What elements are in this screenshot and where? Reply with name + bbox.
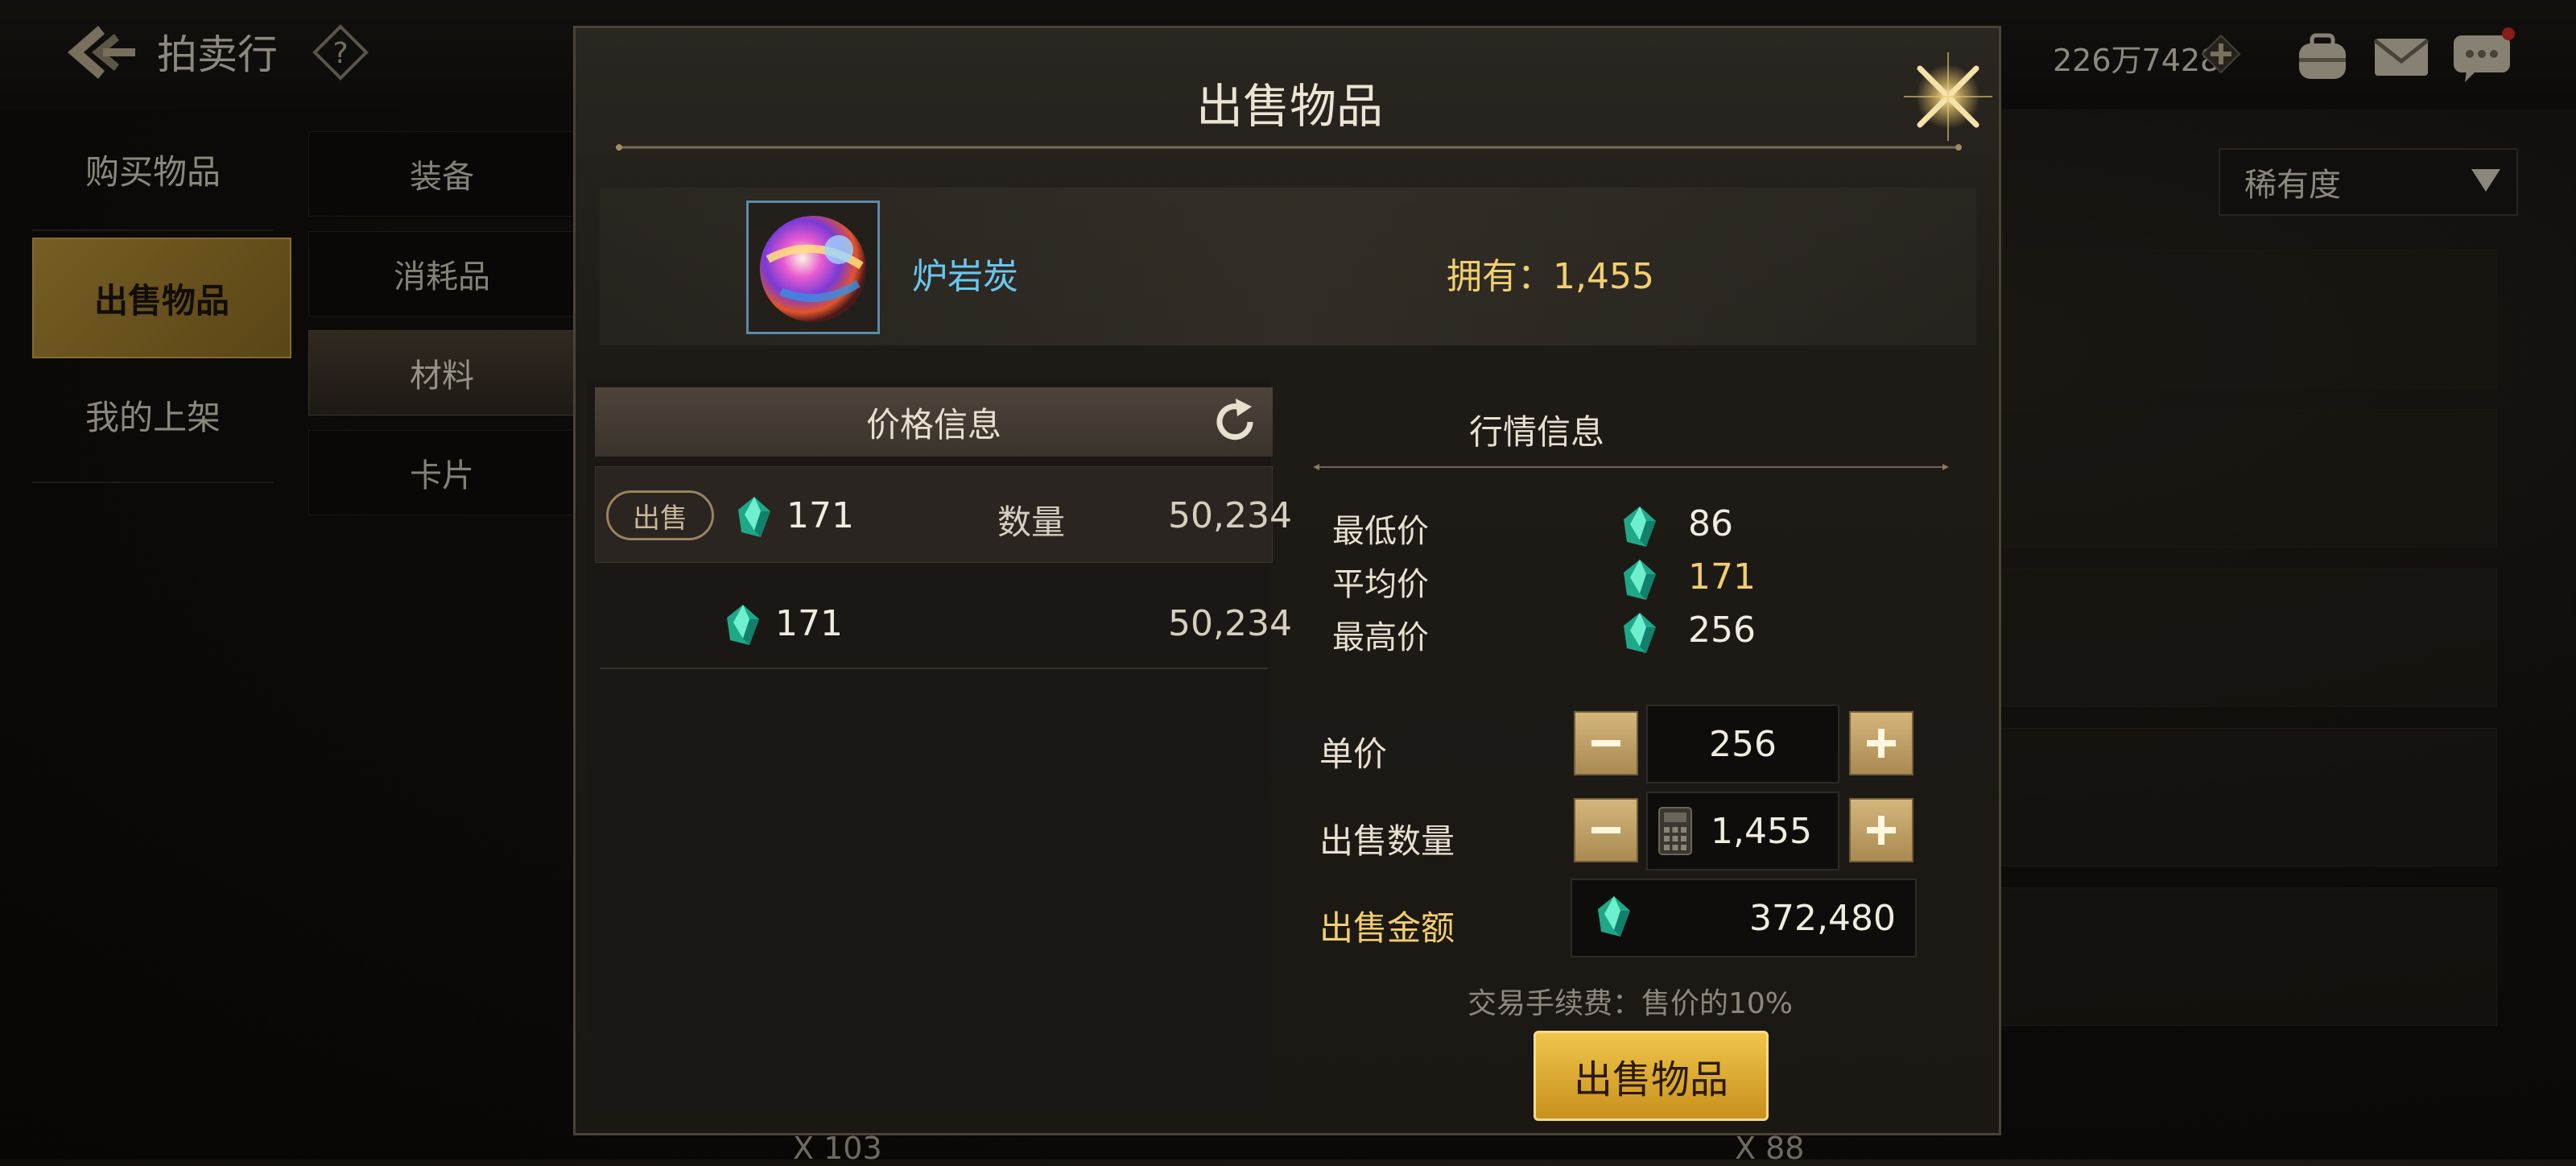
listing-price: 171: [786, 495, 854, 536]
sell-quantity-label: 出售数量: [1319, 821, 1455, 861]
fee-note: 交易手续费：售价的10%: [1468, 987, 1794, 1020]
unit-price-input[interactable]: 256: [1646, 705, 1839, 784]
listing-quantity: 50,234: [1168, 495, 1292, 536]
gem-icon: [1622, 505, 1657, 548]
dialog-title: 出售物品: [1195, 79, 1383, 134]
max-price-value: 256: [1688, 610, 1756, 651]
lava-coal-icon: [746, 201, 880, 334]
gem-icon: [737, 495, 772, 539]
listing-price: 171: [775, 603, 843, 644]
sell-item-button[interactable]: 出售物品: [1534, 1031, 1769, 1121]
item-name: 炉岩炭: [912, 256, 1018, 297]
min-price-label: 最低价: [1332, 513, 1429, 550]
min-price-value: 86: [1688, 503, 1733, 544]
calculator-icon[interactable]: [1657, 806, 1693, 856]
market-divider: [1313, 464, 1949, 470]
owned-count: 拥有：1,455: [1447, 256, 1654, 297]
sell-total-label: 出售金额: [1319, 908, 1455, 948]
avg-price-label: 平均价: [1332, 566, 1429, 603]
unit-price-decrease-button[interactable]: [1574, 711, 1638, 775]
gem-icon: [1622, 611, 1657, 655]
gem-icon: [1622, 558, 1657, 602]
gem-icon: [725, 603, 761, 647]
gem-icon: [1596, 895, 1632, 938]
sell-tag: 出售: [606, 490, 714, 540]
quantity-label: 数量: [997, 502, 1066, 542]
refresh-icon[interactable]: [1208, 395, 1261, 449]
unit-price-increase-button[interactable]: [1849, 711, 1913, 775]
title-divider: [616, 144, 1962, 151]
market-info-header: 行情信息: [1469, 412, 1605, 452]
max-price-label: 最高价: [1332, 619, 1429, 656]
avg-price-value: 171: [1688, 556, 1756, 597]
unit-price-label: 单价: [1319, 734, 1388, 774]
close-icon[interactable]: [1896, 44, 2000, 149]
listing-quantity: 50,234: [1168, 603, 1292, 644]
quantity-decrease-button[interactable]: [1574, 798, 1638, 862]
sell-item-dialog: 出售物品 炉岩炭 拥有：1,455 价格信息 出售 171 数量 50,234 …: [573, 26, 2001, 1135]
price-info-header: 价格信息: [595, 387, 1273, 457]
row-divider: [600, 668, 1268, 669]
quantity-increase-button[interactable]: [1849, 798, 1913, 862]
